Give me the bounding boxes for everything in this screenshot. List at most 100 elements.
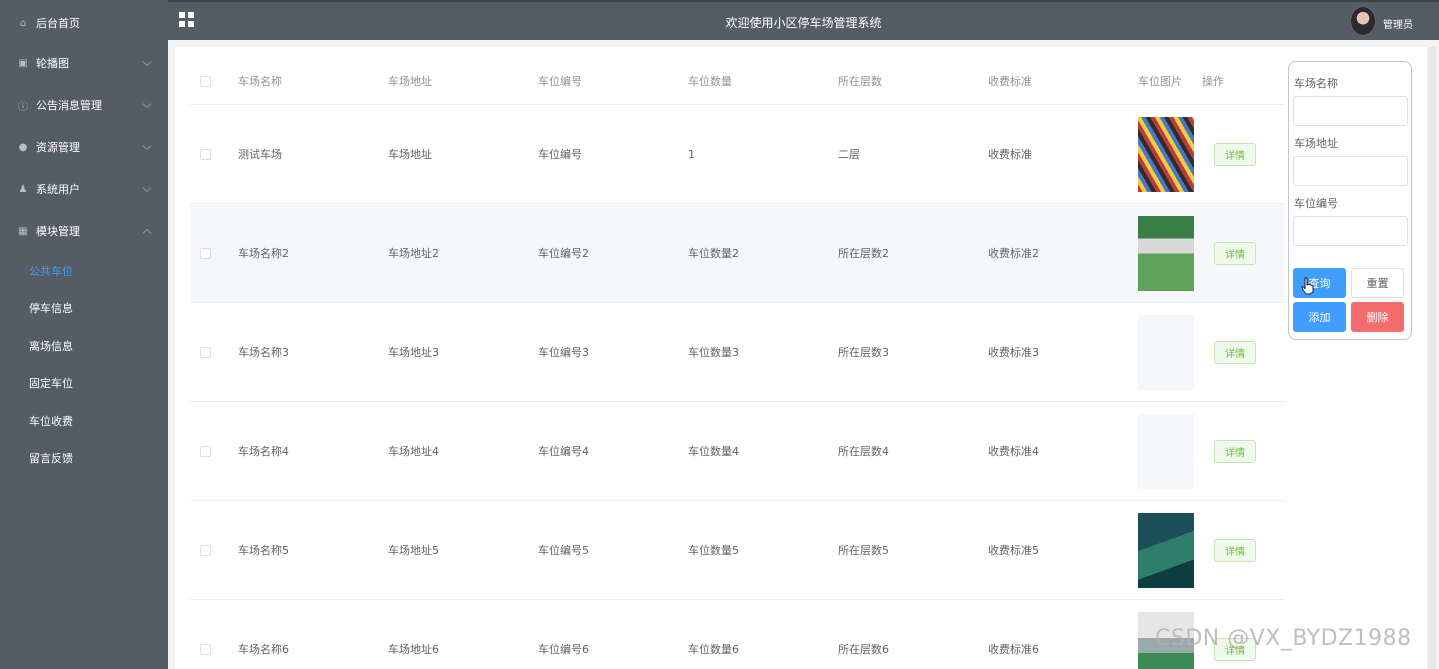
sidebar-item-carousel[interactable]: ▣ 轮播图	[0, 42, 168, 84]
scrollbar[interactable]	[1428, 47, 1436, 669]
hand-cursor-icon	[1301, 277, 1314, 295]
parking-address-input[interactable]	[1293, 156, 1408, 186]
table-row: 测试车场 车场地址 车位编号 1 二层 收费标准 详情	[190, 105, 1285, 204]
row-checkbox[interactable]	[200, 445, 211, 457]
row-checkbox[interactable]	[200, 247, 211, 259]
sidebar-item-announcements[interactable]: ⓘ 公告消息管理	[0, 84, 168, 126]
detail-button[interactable]: 详情	[1214, 142, 1256, 166]
cell-code: 车位编号5	[538, 544, 589, 557]
chevron-up-icon	[142, 228, 152, 238]
avatar[interactable]	[1350, 6, 1376, 36]
cell-address: 车场地址4	[388, 445, 439, 458]
sidebar-item-label: 轮播图	[36, 57, 69, 70]
cell-fee: 收费标准6	[988, 643, 1039, 656]
cell-name: 测试车场	[238, 148, 282, 161]
cell-address: 车场地址	[388, 148, 432, 161]
cell-count: 车位数量5	[688, 544, 739, 557]
add-button[interactable]: 添加	[1293, 302, 1346, 332]
cell-fee: 收费标准3	[988, 346, 1039, 359]
row-checkbox[interactable]	[200, 148, 211, 160]
detail-button[interactable]: 详情	[1214, 340, 1256, 364]
row-checkbox[interactable]	[200, 643, 211, 655]
column-header: 操作	[1202, 75, 1224, 88]
info-icon: ⓘ	[18, 101, 28, 113]
cell-floor: 所在层数2	[838, 247, 889, 260]
cell-floor: 二层	[838, 148, 860, 161]
sidebar-subitem-departure-info[interactable]: 离场信息	[0, 327, 168, 365]
parking-name-input[interactable]	[1293, 96, 1408, 126]
bulb-icon: ●	[18, 141, 28, 153]
cell-name: 车场名称2	[238, 247, 289, 260]
column-header: 车位编号	[538, 75, 582, 88]
cell-count: 车位数量2	[688, 247, 739, 260]
chevron-down-icon	[142, 183, 152, 193]
picture-icon: ▣	[18, 57, 28, 69]
cell-floor: 所在层数3	[838, 346, 889, 359]
sidebar-item-label: 后台首页	[36, 17, 80, 30]
row-checkbox[interactable]	[200, 346, 211, 358]
cell-count: 车位数量3	[688, 346, 739, 359]
cell-fee: 收费标准	[988, 148, 1032, 161]
parking-image[interactable]	[1138, 314, 1194, 390]
sidebar-subitem-parking-info[interactable]: 停车信息	[0, 290, 168, 328]
cell-code: 车位编号6	[538, 643, 589, 656]
table-row: 车场名称3 车场地址3 车位编号3 车位数量3 所在层数3 收费标准3 详情	[190, 303, 1285, 402]
cell-code: 车位编号3	[538, 346, 589, 359]
name-label: 车场名称	[1294, 77, 1338, 90]
column-header: 所在层数	[838, 75, 882, 88]
sidebar-item-resources[interactable]: ● 资源管理	[0, 126, 168, 168]
user-name[interactable]: 管理员	[1383, 16, 1413, 31]
cell-code: 车位编号4	[538, 445, 589, 458]
sidebar-subitem-parking-fees[interactable]: 车位收费	[0, 402, 168, 440]
cell-address: 车场地址3	[388, 346, 439, 359]
column-header: 车场地址	[388, 75, 432, 88]
delete-button[interactable]: 删除	[1351, 302, 1404, 332]
detail-button[interactable]: 详情	[1214, 241, 1256, 265]
search-panel: 车场名称 车场地址 车位编号 查询 重置 添加 删除	[1288, 61, 1412, 340]
table-header: 车场名称 车场地址 车位编号 车位数量 所在层数 收费标准 车位图片 操作	[190, 58, 1285, 105]
page-title: 欢迎使用小区停车场管理系统	[725, 16, 882, 30]
cell-fee: 收费标准4	[988, 445, 1039, 458]
reset-button[interactable]: 重置	[1351, 268, 1404, 298]
table-row: 车场名称5 车场地址5 车位编号5 车位数量5 所在层数5 收费标准5 详情	[190, 501, 1285, 600]
sidebar-subitem-public-parking[interactable]: 公共车位	[0, 252, 168, 290]
grid-icon: ▦	[18, 225, 28, 237]
cell-name: 车场名称6	[238, 643, 289, 656]
parking-table: 车场名称 车场地址 车位编号 车位数量 所在层数 收费标准 车位图片 操作 测试…	[190, 58, 1285, 669]
column-header: 车场名称	[238, 75, 282, 88]
sidebar-item-label: 资源管理	[36, 141, 80, 154]
user-icon: ♟	[18, 183, 28, 195]
parking-image[interactable]	[1138, 116, 1194, 192]
cell-floor: 所在层数4	[838, 445, 889, 458]
detail-button[interactable]: 详情	[1214, 538, 1256, 562]
home-icon: ⌂	[19, 17, 27, 29]
space-code-input[interactable]	[1293, 216, 1408, 246]
cell-fee: 收费标准2	[988, 247, 1039, 260]
sidebar-item-label: 系统用户	[36, 183, 80, 196]
parking-image[interactable]	[1138, 215, 1194, 291]
parking-image[interactable]	[1138, 413, 1194, 489]
sidebar-item-users[interactable]: ♟ 系统用户	[0, 168, 168, 210]
cell-code: 车位编号	[538, 148, 582, 161]
chevron-down-icon	[142, 99, 152, 109]
sidebar-item-modules[interactable]: ▦ 模块管理	[0, 210, 168, 252]
sidebar-subitem-feedback[interactable]: 留言反馈	[0, 440, 168, 478]
parking-image[interactable]	[1138, 512, 1194, 588]
table-row: 车场名称2 车场地址2 车位编号2 车位数量2 所在层数2 收费标准2 详情	[190, 204, 1285, 303]
cell-name: 车场名称3	[238, 346, 289, 359]
detail-button[interactable]: 详情	[1214, 439, 1256, 463]
cell-address: 车场地址6	[388, 643, 439, 656]
cell-floor: 所在层数6	[838, 643, 889, 656]
code-label: 车位编号	[1294, 197, 1338, 210]
sidebar-item-home[interactable]: ⌂ 后台首页	[0, 2, 168, 44]
select-all-checkbox[interactable]	[200, 75, 211, 87]
address-label: 车场地址	[1294, 137, 1338, 150]
chevron-down-icon	[142, 57, 152, 67]
top-header: 欢迎使用小区停车场管理系统 管理员	[168, 0, 1439, 40]
cell-count: 1	[688, 147, 695, 161]
column-header: 车位数量	[688, 75, 732, 88]
table-row: 车场名称4 车场地址4 车位编号4 车位数量4 所在层数4 收费标准4 详情	[190, 402, 1285, 501]
row-checkbox[interactable]	[200, 544, 211, 556]
cell-code: 车位编号2	[538, 247, 589, 260]
sidebar-subitem-fixed-parking[interactable]: 固定车位	[0, 365, 168, 403]
